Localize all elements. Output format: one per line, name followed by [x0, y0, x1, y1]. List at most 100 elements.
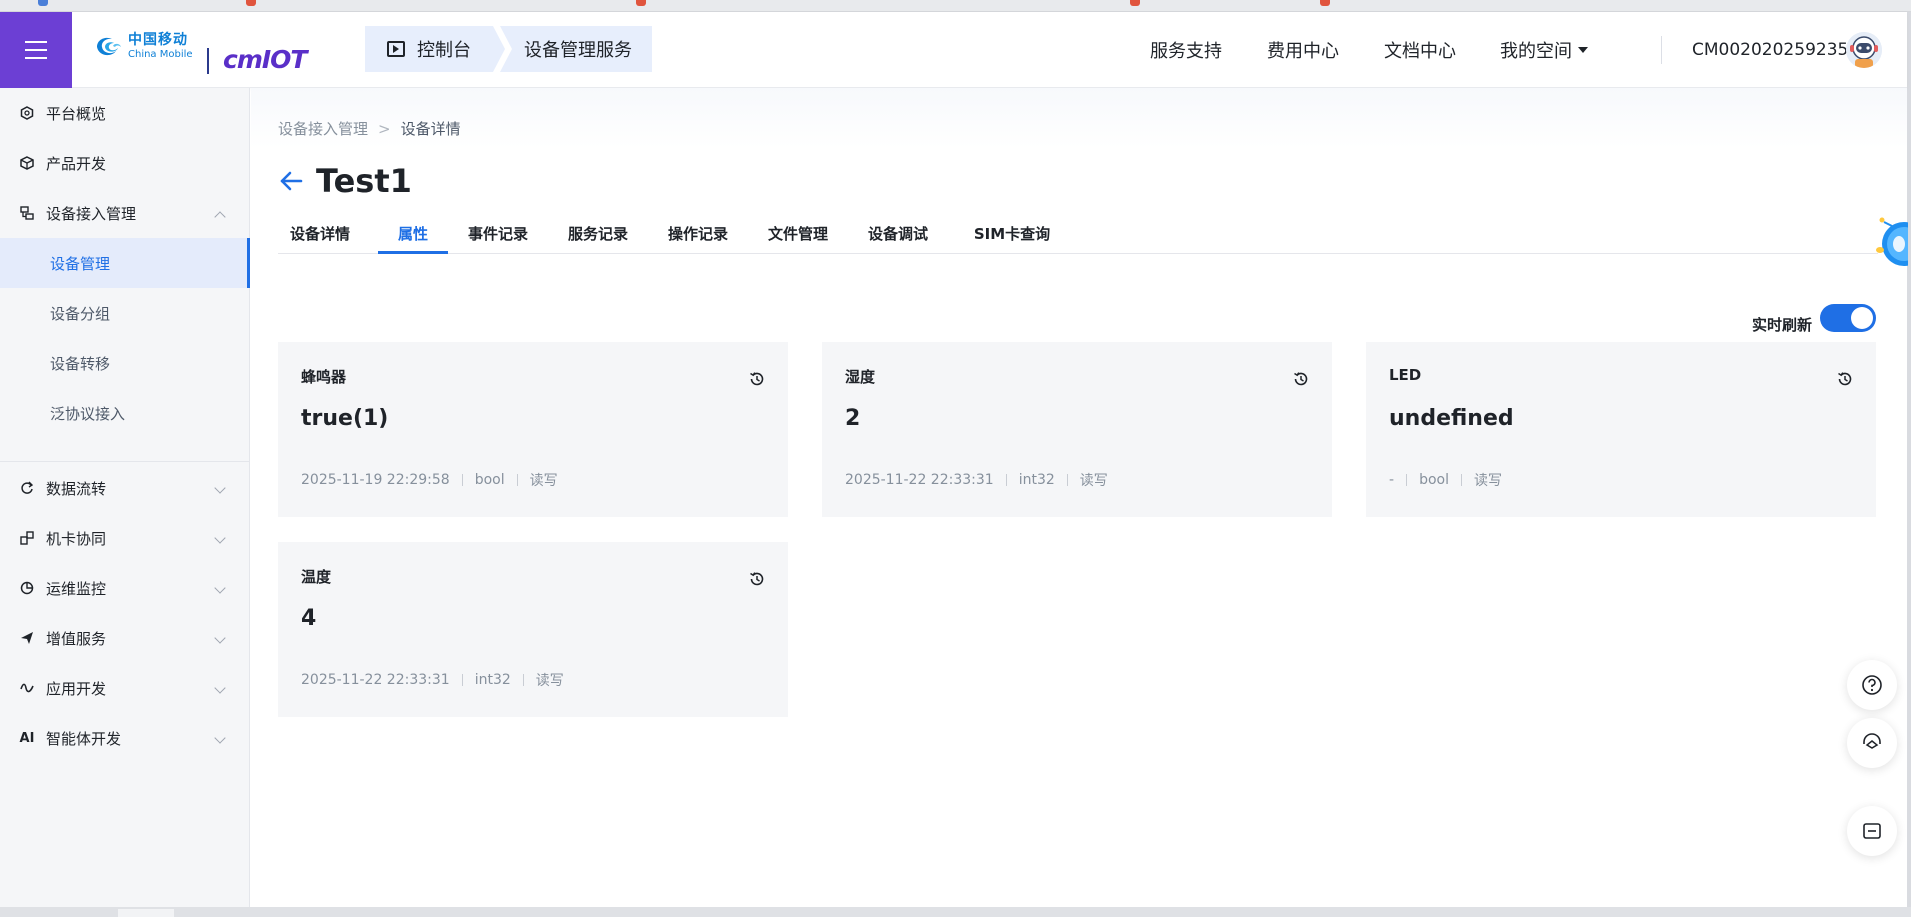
help-icon — [1862, 675, 1882, 695]
console-label: 控制台 — [417, 40, 471, 61]
property-value: 4 — [301, 606, 317, 631]
breadcrumb-current: 设备详情 — [400, 120, 461, 138]
browser-tab-mark — [246, 0, 256, 6]
property-access: 读写 — [1079, 473, 1108, 489]
customer-service-button[interactable] — [1847, 718, 1897, 768]
tab-service-records[interactable]: 服务记录 — [556, 214, 640, 254]
horizontal-scrollbar[interactable] — [0, 907, 1911, 917]
chevron-down-icon — [214, 482, 226, 494]
breadcrumb-parent[interactable]: 设备接入管理 — [278, 120, 368, 138]
scrollbar-thumb[interactable] — [118, 909, 174, 917]
sidebar-subitem-device-manage[interactable]: 设备管理 — [0, 238, 250, 288]
property-card: 湿度 2 2025-11-22 22:33:31 int32 读写 — [822, 342, 1332, 517]
console-link[interactable]: 控制台 — [365, 26, 505, 72]
browser-tab-mark — [38, 0, 48, 6]
property-meta: 2025-11-22 22:33:31 int32 读写 — [301, 670, 564, 690]
realtime-refresh-label: 实时刷新 — [1752, 316, 1813, 334]
history-icon[interactable] — [1836, 370, 1854, 388]
history-icon[interactable] — [748, 570, 766, 588]
sidebar-item-app-dev[interactable]: 应用开发 — [0, 663, 250, 713]
nav-support[interactable]: 服务支持 — [1150, 12, 1222, 88]
tab-properties[interactable]: 属性 — [378, 214, 448, 254]
sidebar-subitem-device-group[interactable]: 设备分组 — [0, 288, 250, 338]
help-button[interactable] — [1847, 660, 1897, 710]
property-access: 读写 — [529, 473, 558, 489]
sidebar-item-label: 数据流转 — [46, 479, 107, 498]
meta-divider — [1005, 474, 1007, 486]
account-id[interactable]: CM002020259235 — [1692, 12, 1848, 88]
nav-divider — [1661, 36, 1662, 64]
sidebar-item-ops-monitor[interactable]: 运维监控 — [0, 563, 250, 613]
property-card: 蜂鸣器 true(1) 2025-11-19 22:29:58 bool 读写 — [278, 342, 788, 517]
meta-divider — [516, 474, 518, 486]
property-value: 2 — [845, 406, 861, 431]
menu-toggle-button[interactable] — [0, 12, 72, 88]
device-service-label: 设备管理服务 — [524, 40, 632, 61]
collapse-button[interactable] — [1847, 806, 1897, 856]
realtime-refresh-toggle[interactable] — [1820, 304, 1876, 332]
sidebar-item-label: 平台概览 — [46, 104, 107, 123]
caret-down-icon — [1578, 47, 1588, 53]
sidebar-item-product-dev[interactable]: 产品开发 — [0, 138, 250, 188]
breadcrumb: 设备接入管理 > 设备详情 — [278, 118, 461, 139]
avatar[interactable] — [1846, 32, 1882, 68]
property-name: 蜂鸣器 — [301, 368, 347, 386]
sidebar-item-label: 智能体开发 — [46, 729, 122, 748]
hamburger-icon — [25, 41, 47, 59]
property-time: 2025-11-19 22:29:58 — [301, 472, 450, 488]
chevron-down-icon — [214, 682, 226, 694]
flow-icon — [19, 480, 35, 496]
tab-sim-query[interactable]: SIM卡查询 — [957, 214, 1067, 254]
meta-divider — [1066, 474, 1068, 486]
send-icon — [19, 630, 35, 646]
property-value: undefined — [1389, 406, 1514, 431]
china-mobile-icon — [97, 37, 121, 55]
china-mobile-logo[interactable]: 中国移动 China Mobile — [94, 33, 193, 60]
browser-tab-mark — [1130, 0, 1140, 6]
sidebar-item-value-added[interactable]: 增值服务 — [0, 613, 250, 663]
sidebar-item-card-sync[interactable]: 机卡协同 — [0, 513, 250, 563]
sidebar-item-label: 设备接入管理 — [46, 204, 137, 223]
property-name: 温度 — [301, 568, 332, 586]
property-card: 温度 4 2025-11-22 22:33:31 int32 读写 — [278, 542, 788, 717]
sidebar-subitem-generic-protocol[interactable]: 泛协议接入 — [0, 388, 250, 438]
tab-device-debug[interactable]: 设备调试 — [856, 214, 940, 254]
property-type: int32 — [474, 672, 511, 688]
main-content: 设备接入管理 > 设备详情 Test1 设备详情 属性 事件记录 服务记录 操作记录… — [251, 88, 1907, 907]
cmiot-logo[interactable]: cmIOT — [223, 47, 307, 72]
property-value: true(1) — [301, 406, 389, 431]
collapse-icon — [1863, 823, 1881, 839]
hexagon-icon — [19, 105, 35, 121]
back-arrow-icon[interactable] — [278, 168, 304, 194]
tab-device-detail[interactable]: 设备详情 — [278, 214, 362, 254]
assistant-robot[interactable] — [1874, 210, 1908, 270]
sidebar-item-device-access[interactable]: 设备接入管理 — [0, 188, 250, 238]
nav-my-space-label: 我的空间 — [1500, 41, 1572, 62]
sidebar-item-label: 增值服务 — [46, 629, 107, 648]
device-service-link[interactable]: 设备管理服务 — [500, 26, 652, 72]
tab-event-records[interactable]: 事件记录 — [456, 214, 540, 254]
browser-tab-mark — [636, 0, 646, 6]
property-card: LED undefined - bool 读写 — [1366, 342, 1876, 517]
tab-bar: 设备详情 属性 事件记录 服务记录 操作记录 文件管理 设备调试 SIM卡查询 — [278, 214, 1878, 254]
sidebar-item-data-flow[interactable]: 数据流转 — [0, 463, 250, 513]
meta-divider — [1406, 474, 1408, 486]
chevron-down-icon — [214, 632, 226, 644]
sidebar-item-agent-dev[interactable]: AI 智能体开发 — [0, 713, 250, 763]
nav-billing[interactable]: 费用中心 — [1267, 12, 1339, 88]
sidebar-item-label: 应用开发 — [46, 679, 107, 698]
nav-docs[interactable]: 文档中心 — [1384, 12, 1456, 88]
browser-tab-strip — [0, 0, 1911, 12]
sidebar-subitem-device-transfer[interactable]: 设备转移 — [0, 338, 250, 388]
wave-icon — [19, 680, 35, 696]
tab-file-manage[interactable]: 文件管理 — [756, 214, 840, 254]
history-icon[interactable] — [1292, 370, 1310, 388]
history-icon[interactable] — [748, 370, 766, 388]
property-time: 2025-11-22 22:33:31 — [301, 672, 450, 688]
robot-assistant-icon — [1876, 217, 1908, 266]
tab-operation-records[interactable]: 操作记录 — [656, 214, 740, 254]
browser-tab-mark — [1320, 0, 1330, 6]
logo-en-text: China Mobile — [128, 49, 193, 60]
nav-my-space[interactable]: 我的空间 — [1500, 12, 1588, 88]
sidebar-item-overview[interactable]: 平台概览 — [0, 88, 250, 138]
